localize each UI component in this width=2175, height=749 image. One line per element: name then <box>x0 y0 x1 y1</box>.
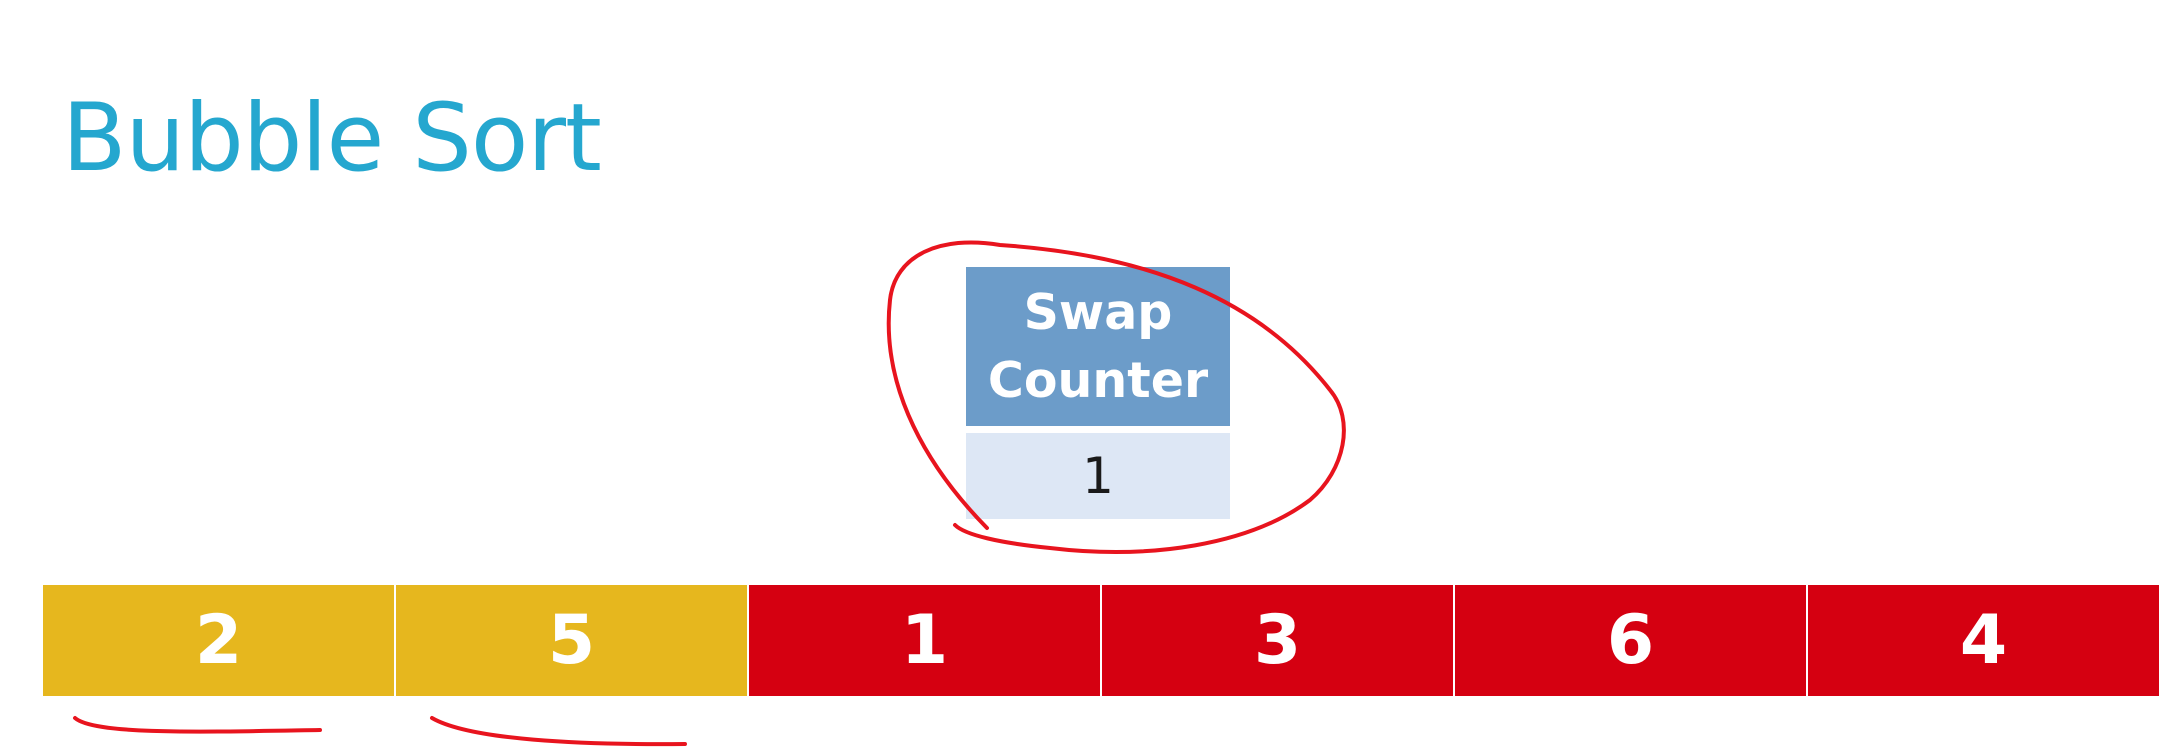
swap-counter-value: 1 <box>966 433 1230 519</box>
underline-annotation <box>430 716 687 747</box>
array-cell: 2 <box>43 585 394 696</box>
slide-title: Bubble Sort <box>62 84 602 193</box>
array-cell: 4 <box>1808 585 2159 696</box>
array-cell: 3 <box>1102 585 1453 696</box>
swap-counter-label: Swap Counter <box>966 267 1230 426</box>
array-row: 2 5 1 3 6 4 <box>43 585 2159 696</box>
underline-annotation <box>73 716 322 734</box>
array-cell: 1 <box>749 585 1100 696</box>
swap-counter: Swap Counter 1 <box>966 267 1230 519</box>
array-cell: 5 <box>396 585 747 696</box>
array-cell: 6 <box>1455 585 1806 696</box>
